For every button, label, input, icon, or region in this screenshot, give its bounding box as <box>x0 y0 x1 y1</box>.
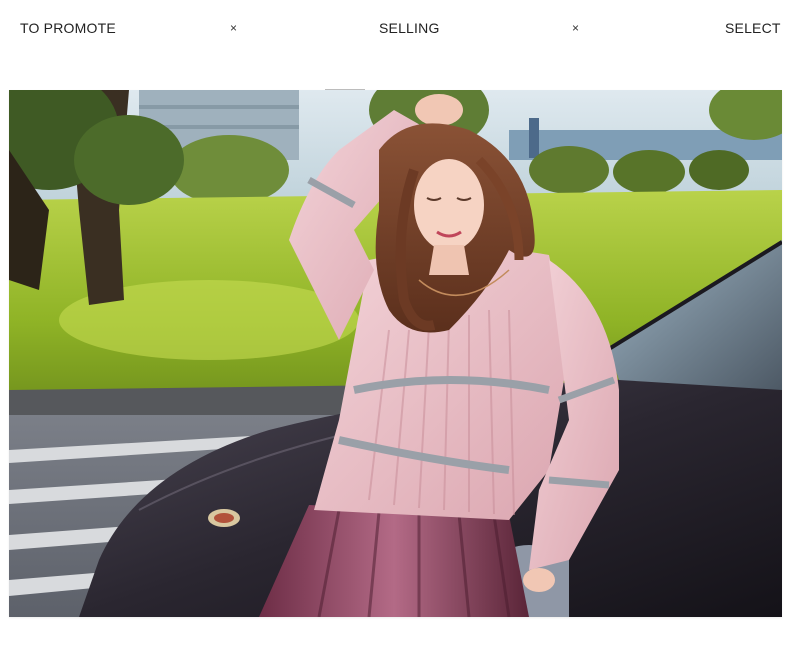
nav-to-promote[interactable]: TO PROMOTE <box>20 20 116 36</box>
nav-separator-icon: × <box>230 21 238 35</box>
nav-selling[interactable]: SELLING <box>379 20 440 36</box>
hero-photo <box>9 90 782 617</box>
fashion-model-photo-icon <box>9 90 782 617</box>
top-navigation: TO PROMOTE × SELLING × SELECT <box>0 0 790 56</box>
nav-separator-icon: × <box>572 21 580 35</box>
nav-select[interactable]: SELECT <box>725 20 781 36</box>
